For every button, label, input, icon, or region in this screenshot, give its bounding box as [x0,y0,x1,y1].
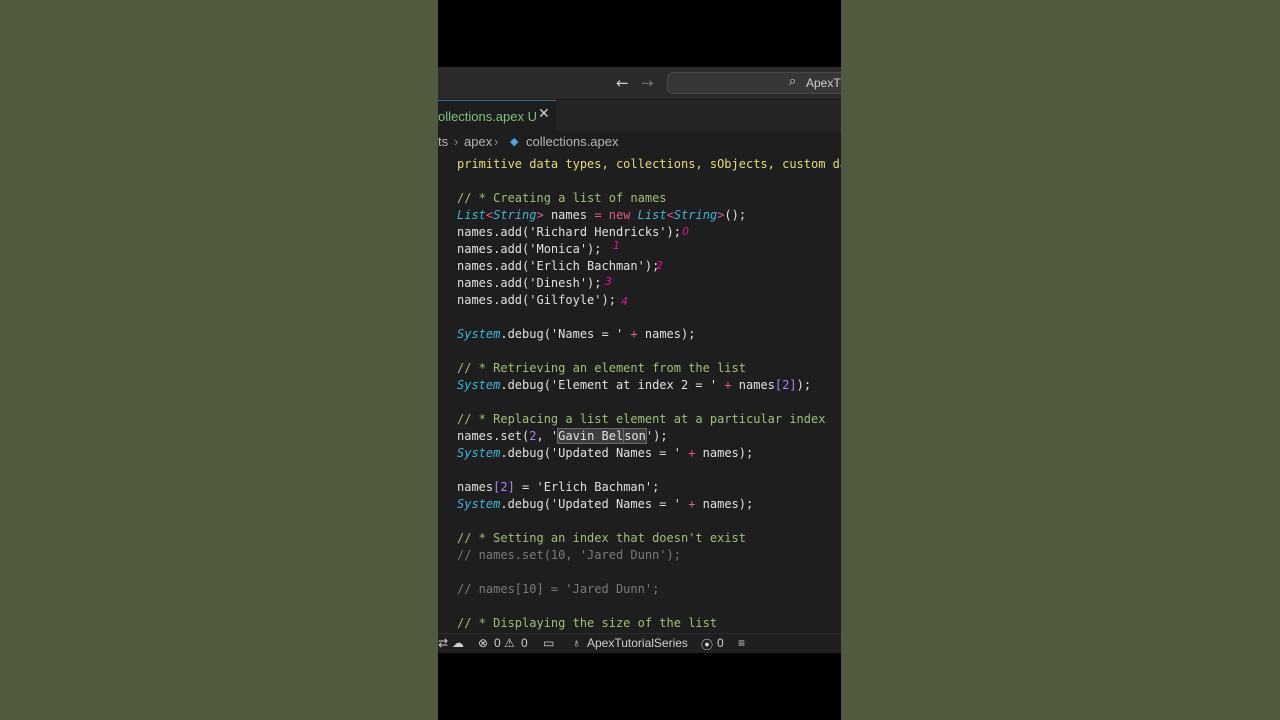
handwritten-annotation-0: 0 [682,225,689,238]
panel-toggle-icon[interactable]: ▭ [543,636,554,650]
code-line-6: names.add('Monica'); [457,242,602,256]
editor-tab-bar: ollections.apex U ✕ [438,100,841,131]
forward-arrow-icon[interactable]: → [641,74,654,92]
warnings-icon[interactable]: ⚠ [504,636,515,650]
code-line-14: System.debug('Element at index 2 = ' + n… [457,378,812,392]
code-line-1: primitive data types, collections, sObje… [457,157,841,171]
video-frame: ← → ⌕ ApexTu ollections.apex U ✕ ts › ap… [438,0,841,720]
code-line-24: // names.set(10, 'Jared Dunn'); [457,548,681,562]
code-line-11: System.debug('Names = ' + names); [457,327,696,341]
ports-icon[interactable]: ⦿ [701,636,713,653]
remote-icon[interactable]: ⇄ [438,636,448,650]
code-line-18: System.debug('Updated Names = ' + names)… [457,446,754,460]
code-line-13: // * Retrieving an element from the list [457,361,746,375]
breadcrumb-item-file[interactable]: collections.apex [526,134,619,149]
title-bar: ← → ⌕ ApexTu [438,67,841,100]
code-line-20: names[2] = 'Erlich Bachman'; [457,480,660,494]
handwritten-annotation-3: 3 [605,275,612,288]
breadcrumb: ts › apex › ◆ collections.apex [438,131,841,153]
vscode-window: ← → ⌕ ApexTu ollections.apex U ✕ ts › ap… [438,67,841,653]
handwritten-annotation-4: 4 [621,295,628,308]
tab-collections-apex[interactable]: ollections.apex U ✕ [438,100,556,131]
org-icon: ♁ [572,636,581,650]
code-line-3: // * Creating a list of names [457,191,667,205]
code-line-7: names.add('Erlich Bachman'); [457,259,660,273]
breadcrumb-item-folder[interactable]: ts [438,134,448,149]
code-line-21: System.debug('Updated Names = ' + names)… [457,497,754,511]
code-line-23: // * Setting an index that doesn't exist [457,531,746,545]
close-icon[interactable]: ✕ [538,106,550,122]
code-line-17: names.set(2, 'Gavin Belson'); [457,428,668,444]
ports-count[interactable]: 0 [717,636,724,650]
code-line-5: names.add('Richard Hendricks'); [457,225,681,239]
code-editor[interactable]: primitive data types, collections, sObje… [438,153,841,633]
code-line-26: // names[10] = 'Jared Dunn'; [457,582,660,596]
search-icon: ⌕ [789,74,797,89]
menu-icon[interactable]: ≡ [738,636,745,650]
handwritten-annotation-2: 2 [656,259,663,272]
org-name[interactable]: ApexTutorialSeries [587,636,688,650]
warnings-count[interactable]: 0 [521,636,528,650]
back-arrow-icon[interactable]: ← [616,74,629,92]
code-line-8: names.add('Dinesh'); [457,276,602,290]
breadcrumb-separator-icon: › [454,134,459,149]
code-line-28: // * Displaying the size of the list [457,616,718,630]
code-line-9: names.add('Gilfoyle'); [457,293,616,307]
sync-icon[interactable]: ☁ [452,636,464,650]
handwritten-annotation-1: 1 [613,239,620,252]
code-line-4: List<String> names = new List<String>(); [457,208,747,222]
breadcrumb-item-apex[interactable]: apex [464,134,492,149]
left-background [0,0,438,720]
command-center-label: ApexTu [806,76,841,90]
status-bar: ⇄ ☁ ⊗ 0 ⚠ 0 ▭ ♁ ApexTutorialSeries ⦿ 0 ≡ [438,633,841,653]
tab-label: ollections.apex U [438,109,537,124]
right-background [841,0,1280,720]
text-selection: Gavin Bel [557,428,625,444]
breadcrumb-separator-icon: › [494,134,499,149]
errors-icon[interactable]: ⊗ [478,636,488,650]
command-center-search[interactable]: ⌕ ApexTu [667,72,841,94]
apex-file-icon: ◆ [510,136,519,148]
errors-count[interactable]: 0 [494,636,501,650]
code-line-16: // * Replacing a list element at a parti… [457,412,826,426]
